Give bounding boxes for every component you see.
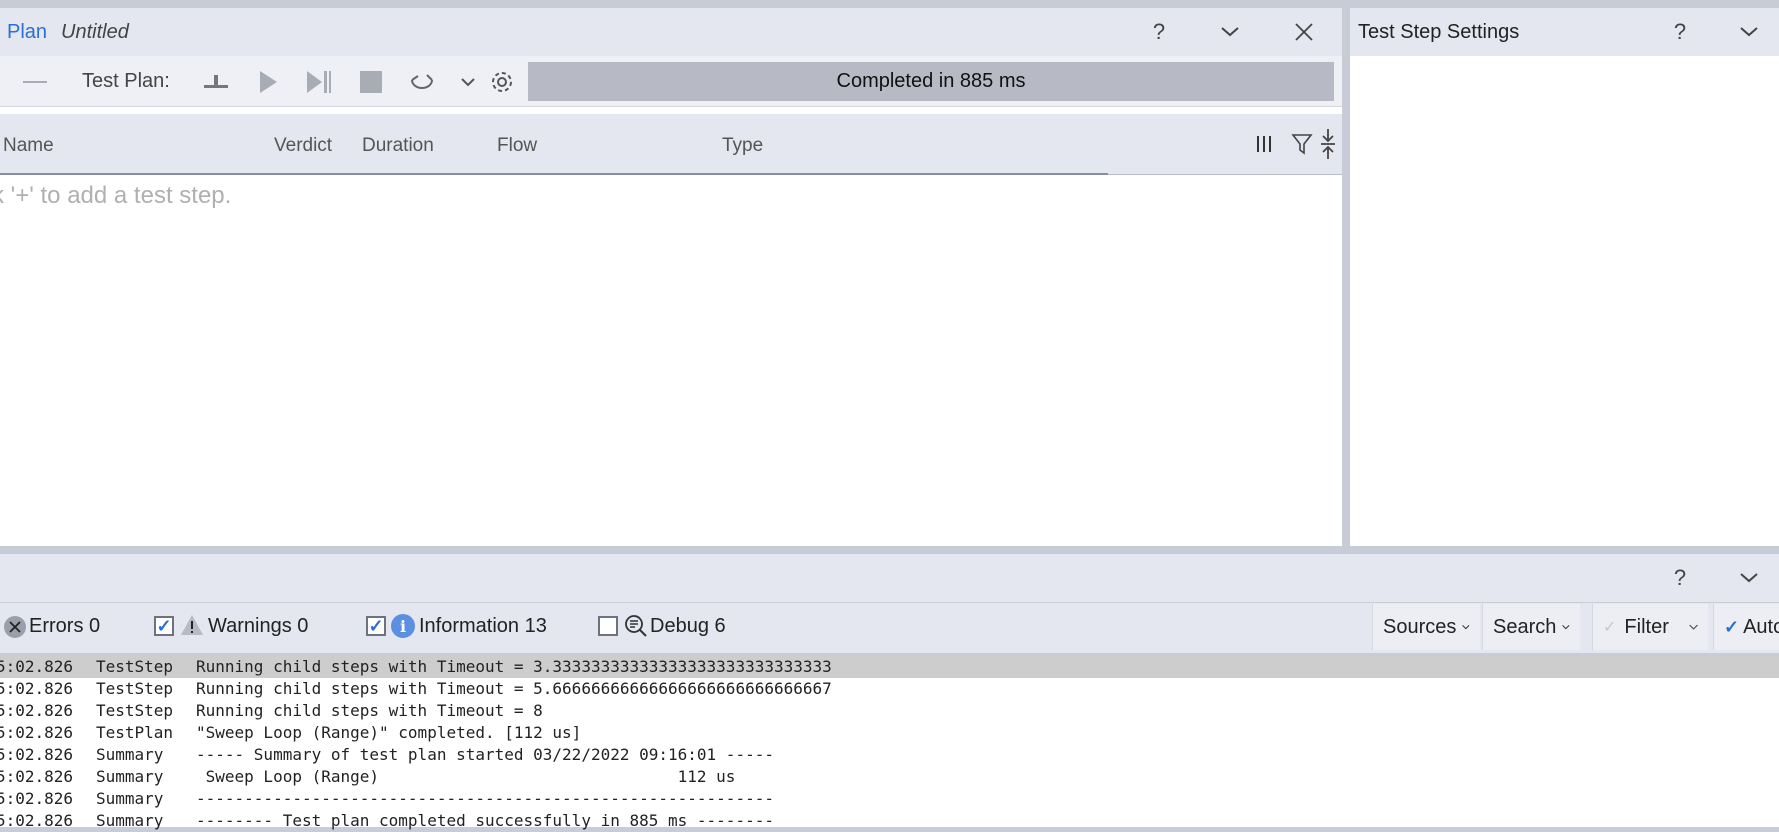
warning-icon: [180, 614, 204, 641]
run-status-bar: Completed in 885 ms: [528, 62, 1334, 101]
column-flow[interactable]: Flow: [497, 135, 537, 157]
log-time: 5:02.826: [0, 745, 74, 764]
chevron-down-icon: [1562, 625, 1570, 630]
log-time: 5:02.826: [0, 679, 74, 698]
warnings-checkbox[interactable]: ✓: [154, 616, 174, 636]
errors-filter-label[interactable]: Errors 0: [29, 615, 100, 638]
log-row[interactable]: 5:02.826 TestStep Running child steps with…: [0, 656, 1779, 678]
log-row[interactable]: 5:02.826 Summary Sweep Loop (Range) 112 u…: [0, 766, 1779, 788]
break-icon[interactable]: [200, 66, 232, 98]
log-time: 5:02.826: [0, 811, 74, 830]
test-step-settings-panel: Test Step Settings ?: [1350, 8, 1779, 546]
auto-toggle-label: Auto: [1743, 615, 1779, 638]
log-message: Running child steps with Timeout = 8: [196, 701, 543, 720]
debug-search-icon: [624, 614, 648, 643]
log-message: -------- Test plan completed successfull…: [196, 811, 774, 830]
help-icon[interactable]: ?: [1662, 560, 1698, 596]
error-icon[interactable]: [4, 616, 26, 638]
toolbar-label: Test Plan:: [82, 70, 170, 92]
column-type[interactable]: Type: [722, 135, 763, 157]
test-plan-title-prefix[interactable]: Plan: [7, 21, 47, 44]
column-name[interactable]: Name: [3, 135, 54, 157]
close-icon[interactable]: [1286, 14, 1322, 50]
log-source: TestStep: [96, 657, 174, 676]
log-source: TestStep: [96, 701, 174, 720]
log-source: Summary: [96, 789, 164, 808]
log-row[interactable]: 5:02.826 TestStep Running child steps with…: [0, 678, 1779, 700]
log-message: ----- Summary of test plan started 03/22…: [196, 745, 774, 764]
log-row[interactable]: 5:02.826 TestPlan "Sweep Loop (Range)" com…: [0, 722, 1779, 744]
filter-dropdown[interactable]: ✓ Filter: [1592, 604, 1708, 650]
log-message: Sweep Loop (Range) 112 us: [196, 767, 736, 786]
log-row[interactable]: 5:02.826 TestStep Running child steps with…: [0, 700, 1779, 722]
step-forward-icon[interactable]: [303, 66, 335, 98]
empty-plan-hint: k '+' to add a test step.: [0, 182, 232, 209]
sources-dropdown-label: Sources: [1383, 615, 1457, 638]
info-icon: i: [391, 614, 415, 638]
test-plan-titlebar: Plan Untitled ?: [0, 8, 1342, 56]
search-dropdown-label: Search: [1493, 615, 1557, 638]
log-message: "Sweep Loop (Range)" completed. [112 us]: [196, 723, 582, 742]
help-icon[interactable]: ?: [1141, 14, 1177, 50]
column-header-underline: [0, 173, 1108, 175]
log-source: TestStep: [96, 679, 174, 698]
chevron-down-icon: [1462, 625, 1470, 630]
log-time: 5:02.826: [0, 767, 74, 786]
sources-dropdown[interactable]: Sources: [1372, 604, 1480, 650]
test-plan-title-name[interactable]: Untitled: [61, 21, 129, 44]
test-plan-column-header: Name Verdict Duration Flow Type: [0, 114, 1342, 175]
chevron-down-icon: [1689, 624, 1698, 630]
run-icon[interactable]: [252, 66, 284, 98]
log-panel-header: ?: [0, 554, 1779, 602]
filter-dropdown-label: Filter: [1624, 615, 1669, 638]
debug-checkbox[interactable]: [598, 616, 618, 636]
auto-check-icon: ✓: [1724, 616, 1740, 637]
chevron-down-icon[interactable]: [1212, 14, 1248, 50]
chevron-down-icon[interactable]: [1731, 14, 1767, 50]
log-time: 5:02.826: [0, 657, 74, 676]
chevron-down-icon[interactable]: [1731, 560, 1767, 596]
log-message: Running child steps with Timeout = 3.333…: [196, 657, 832, 676]
log-time: 5:02.826: [0, 723, 74, 742]
log-list[interactable]: 5:02.826 TestStep Running child steps with…: [0, 656, 1779, 830]
collapse-all-icon[interactable]: [1310, 126, 1342, 162]
stop-icon[interactable]: [355, 66, 387, 98]
log-row[interactable]: 5:02.826 Summary -------- Test plan comple…: [0, 810, 1779, 832]
warnings-filter-label[interactable]: Warnings 0: [208, 615, 308, 638]
log-message: Running child steps with Timeout = 5.666…: [196, 679, 832, 698]
log-message: ----------------------------------------…: [196, 789, 774, 808]
information-filter-label[interactable]: Information 13: [419, 615, 547, 638]
log-source: Summary: [96, 745, 164, 764]
log-source: Summary: [96, 767, 164, 786]
log-source: TestPlan: [96, 723, 174, 742]
columns-icon[interactable]: [1246, 126, 1282, 162]
log-time: 5:02.826: [0, 789, 74, 808]
log-source: Summary: [96, 811, 164, 830]
settings-titlebar: Test Step Settings ?: [1350, 8, 1779, 56]
help-icon[interactable]: ?: [1662, 14, 1698, 50]
settings-title: Test Step Settings: [1358, 21, 1520, 43]
log-row[interactable]: 5:02.826 Summary -------------------------…: [0, 788, 1779, 810]
gear-icon[interactable]: [486, 66, 518, 98]
debug-filter-label[interactable]: Debug 6: [650, 615, 726, 638]
repeat-icon[interactable]: [406, 66, 438, 98]
information-checkbox[interactable]: ✓: [366, 616, 386, 636]
log-row[interactable]: 5:02.826 Summary ----- Summary of test pla…: [0, 744, 1779, 766]
column-verdict[interactable]: Verdict: [274, 135, 332, 157]
chevron-down-icon[interactable]: [452, 66, 484, 98]
log-time: 5:02.826: [0, 701, 74, 720]
auto-scroll-toggle[interactable]: ✓ Auto: [1713, 604, 1779, 650]
search-dropdown[interactable]: Search: [1482, 604, 1580, 650]
column-duration[interactable]: Duration: [362, 135, 434, 157]
filter-check-icon: ✓: [1603, 619, 1617, 636]
remove-step-icon[interactable]: [19, 66, 51, 98]
